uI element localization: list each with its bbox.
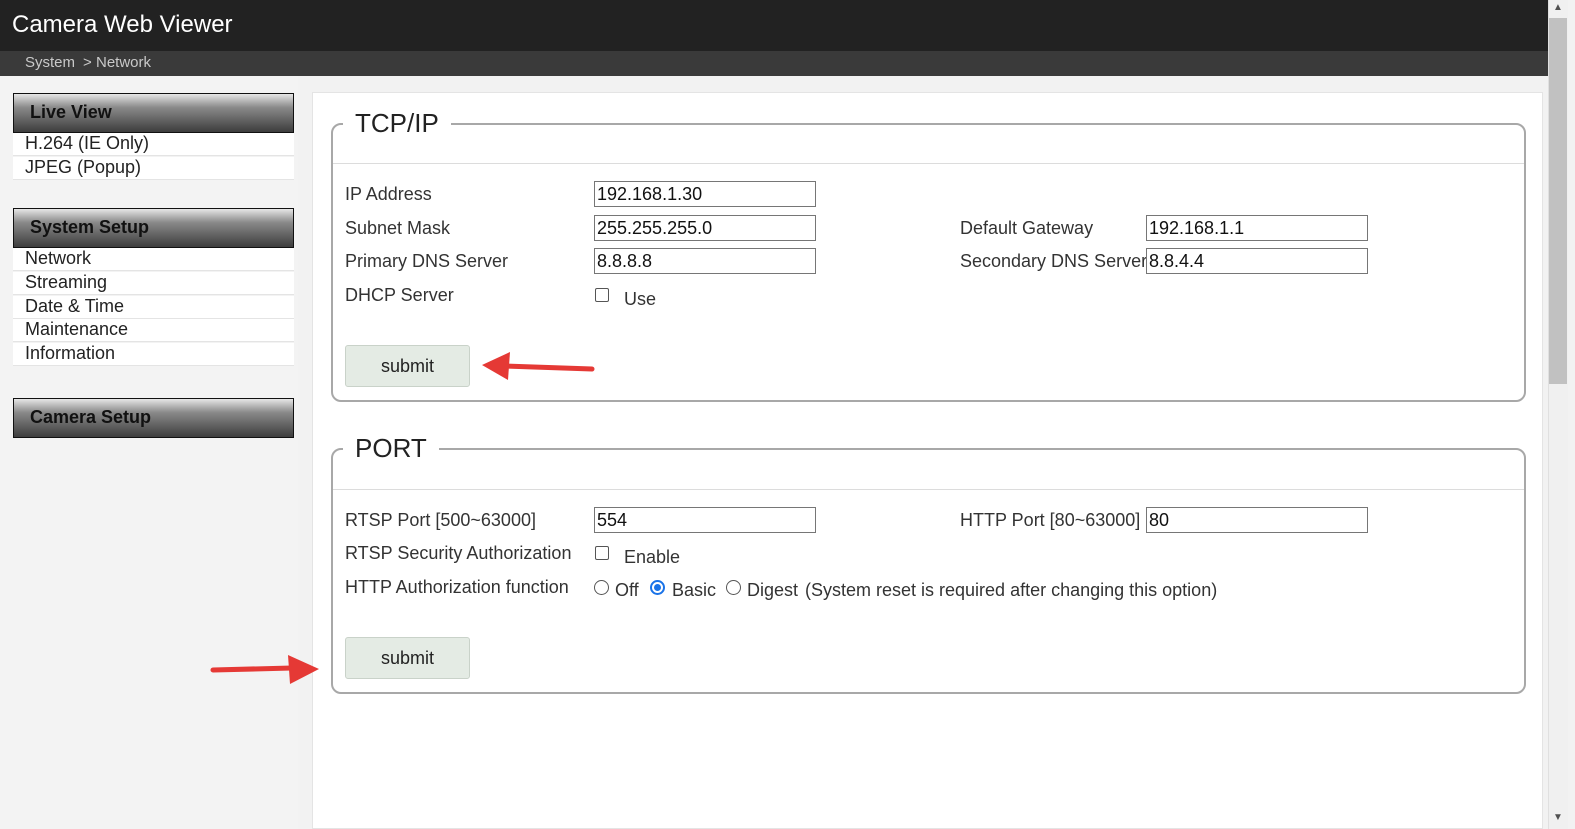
rtsp-auth-enable-label: Enable	[624, 547, 681, 567]
sidebar-item-h264[interactable]: H.264 (IE Only)	[13, 133, 294, 156]
sidebar-header-camera-setup[interactable]: Camera Setup	[13, 398, 294, 438]
default-gateway-input[interactable]	[1146, 215, 1368, 241]
port-submit-button[interactable]: submit	[345, 637, 470, 679]
sidebar-item-streaming[interactable]: Streaming	[13, 272, 294, 295]
port-legend: PORT	[343, 433, 439, 464]
subnet-mask-input[interactable]	[594, 215, 816, 241]
http-auth-digest-radio[interactable]	[726, 580, 741, 595]
ip-address-label: IP Address	[345, 184, 432, 204]
http-auth-off-radio[interactable]	[594, 580, 609, 595]
scroll-down-icon[interactable]: ▼	[1553, 812, 1563, 823]
http-auth-off-label: Off	[615, 580, 639, 600]
default-gateway-label: Default Gateway	[960, 218, 1094, 238]
http-auth-digest-label: Digest	[747, 580, 799, 600]
sidebar-item-date-time[interactable]: Date & Time	[13, 296, 294, 319]
breadcrumb-system[interactable]: System	[25, 54, 75, 71]
rtsp-auth-label: RTSP Security Authorization	[345, 543, 572, 563]
breadcrumb-network: Network	[96, 54, 152, 71]
ip-address-input[interactable]	[594, 181, 816, 207]
top-bar: Camera Web Viewer	[0, 0, 1548, 51]
rtsp-port-input[interactable]	[594, 507, 816, 533]
http-auth-basic-label: Basic	[672, 580, 717, 600]
tcpip-divider	[333, 163, 1524, 164]
sidebar-item-jpeg[interactable]: JPEG (Popup)	[13, 157, 294, 180]
port-panel: PORT RTSP Port [500~63000] HTTP Port [80…	[331, 433, 1526, 694]
scroll-up-icon[interactable]: ▲	[1553, 2, 1563, 13]
http-auth-basic-radio[interactable]	[650, 580, 665, 595]
sidebar-header-system-setup[interactable]: System Setup	[13, 208, 294, 248]
tcpip-legend: TCP/IP	[343, 108, 451, 139]
sidebar: Live View H.264 (IE Only) JPEG (Popup) S…	[0, 76, 298, 829]
primary-dns-label: Primary DNS Server	[345, 251, 509, 271]
port-divider	[333, 489, 1524, 490]
subnet-mask-label: Subnet Mask	[345, 218, 451, 238]
breadcrumb: System > Network	[0, 51, 1548, 76]
arrow-to-tcpip-submit	[482, 352, 595, 380]
arrow-to-port-submit	[210, 655, 319, 684]
sidebar-item-maintenance[interactable]: Maintenance	[13, 319, 294, 342]
main-content: TCP/IP IP Address Subnet Mask Default Ga…	[312, 92, 1543, 829]
breadcrumb-separator: >	[83, 54, 92, 71]
rtsp-auth-enable-checkbox[interactable]	[595, 546, 609, 560]
http-port-input[interactable]	[1146, 507, 1368, 533]
sidebar-item-information[interactable]: Information	[13, 343, 294, 366]
rtsp-port-label: RTSP Port [500~63000]	[345, 510, 536, 530]
sidebar-header-live-view[interactable]: Live View	[13, 93, 294, 133]
dhcp-use-label: Use	[624, 289, 657, 309]
dhcp-server-label: DHCP Server	[345, 285, 454, 305]
secondary-dns-label: Secondary DNS Server	[960, 251, 1148, 271]
http-auth-note: (System reset is required after changing…	[805, 580, 1218, 600]
primary-dns-input[interactable]	[594, 248, 816, 274]
http-port-label: HTTP Port [80~63000]	[960, 510, 1141, 530]
http-auth-label: HTTP Authorization function	[345, 577, 569, 597]
dhcp-use-checkbox[interactable]	[595, 288, 609, 302]
scrollbar-thumb[interactable]	[1549, 18, 1567, 384]
secondary-dns-input[interactable]	[1146, 248, 1368, 274]
app-title: Camera Web Viewer	[12, 11, 233, 38]
sidebar-item-network[interactable]: Network	[13, 248, 294, 271]
tcpip-submit-button[interactable]: submit	[345, 345, 470, 387]
